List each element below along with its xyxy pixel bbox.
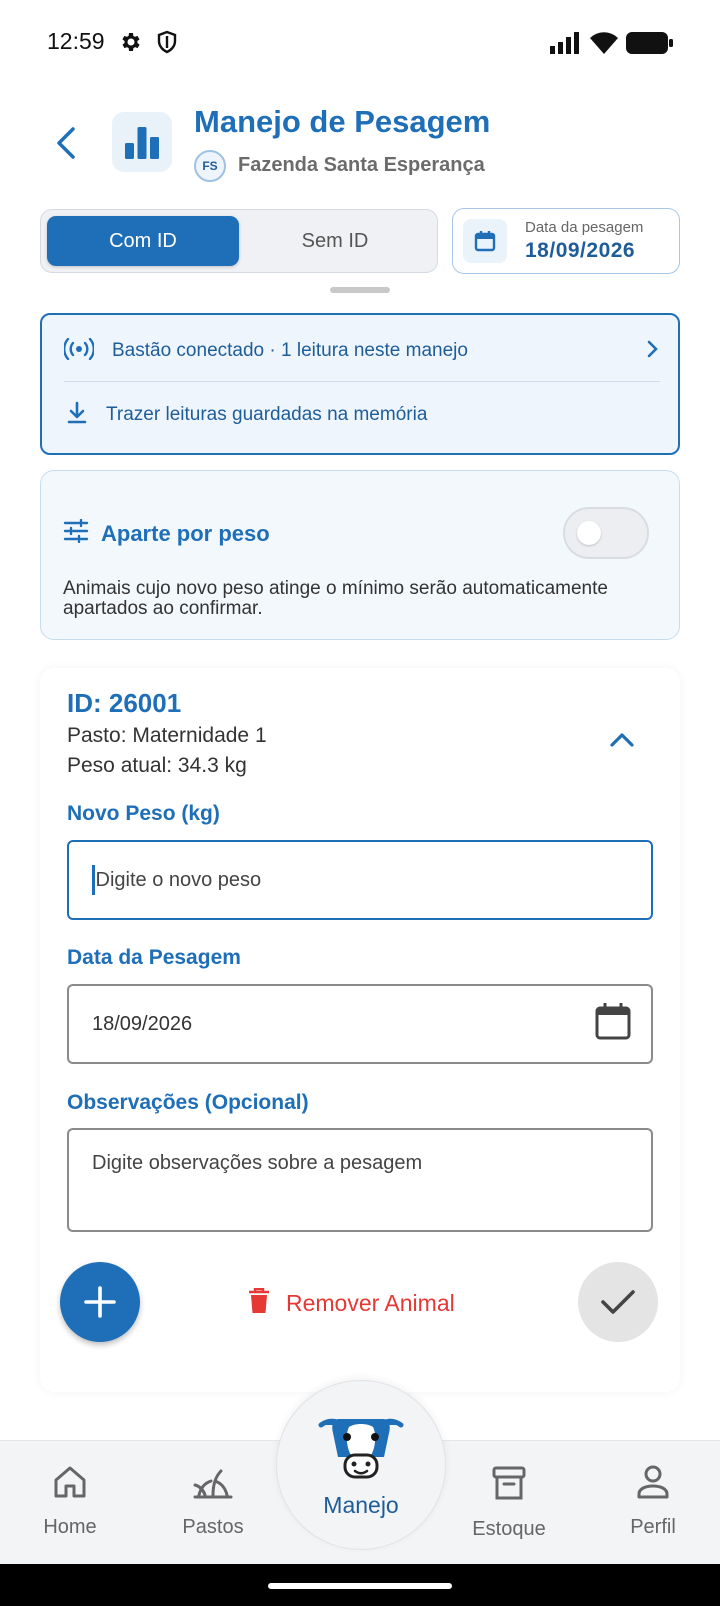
shield-icon [156,30,178,59]
nav-manejo-label: Manejo [323,1492,399,1518]
tune-icon [63,518,89,548]
bastao-status-text: Bastão conectado · 1 leitura neste manej… [112,340,468,361]
animal-current-weight: Peso atual: 34.3 kg [67,754,247,777]
archive-icon [491,1465,527,1506]
bastao-card: Bastão conectado · 1 leitura neste manej… [40,313,680,455]
page-title: Manejo de Pesagem [194,104,491,139]
chevron-left-icon [57,127,75,159]
calendar-icon[interactable] [595,1002,631,1046]
home-gesture-bar[interactable] [268,1583,452,1589]
drag-handle[interactable] [330,287,390,293]
settings-icon [118,30,142,59]
grass-icon [193,1465,233,1504]
animal-pasto: Pasto: Maternidade 1 [67,724,267,747]
aparte-description: Animais cujo novo peso atinge o mínimo s… [63,578,608,619]
status-time: 12:59 [47,28,105,54]
nav-home-label: Home [43,1516,97,1538]
collapse-button[interactable] [600,718,644,762]
memory-readings-row[interactable]: Trazer leituras guardadas na memória [64,397,660,433]
wifi-icon [590,32,618,59]
divider [64,381,660,382]
animal-card: ID: 26001 Pasto: Maternidade 1 Peso atua… [40,668,680,1392]
new-weight-label: Novo Peso (kg) [67,802,220,825]
date-chip-label: Data da pesagem [525,219,644,236]
check-icon [601,1290,635,1314]
memory-readings-text: Trazer leituras guardadas na memória [106,404,428,425]
add-animal-button[interactable] [60,1262,140,1342]
weighing-date-label: Data da Pesagem [67,946,241,969]
farm-name: Fazenda Santa Esperança [238,154,485,176]
chevron-up-icon [610,733,634,747]
farm-avatar: FS [194,150,226,182]
bastao-status-row[interactable]: Bastão conectado · 1 leitura neste manej… [63,333,660,369]
text-caret [92,865,95,895]
weighing-date-field[interactable]: 18/09/2026 [67,984,653,1064]
date-chip-value: 18/09/2026 [525,239,636,262]
com-id-option[interactable]: Com ID [47,216,239,266]
nav-estoque[interactable]: Estoque [449,1465,569,1541]
nav-pastos[interactable]: Pastos [153,1465,273,1539]
download-icon [64,400,90,431]
chevron-right-icon [646,339,660,364]
aparte-card: Aparte por peso Animais cujo novo peso a… [40,470,680,640]
sem-id-option[interactable]: Sem ID [239,216,431,266]
trash-icon [248,1287,270,1319]
nav-home[interactable]: Home [10,1465,130,1539]
weighing-date-chip[interactable]: Data da pesagem 18/09/2026 [452,208,680,274]
plus-icon [84,1286,116,1318]
new-weight-input[interactable]: Digite o novo peso [67,840,653,920]
nav-pastos-label: Pastos [182,1516,244,1538]
notes-placeholder: Digite observações sobre a pesagem [92,1152,423,1174]
weighing-date-value: 18/09/2026 [92,1012,193,1035]
notes-input[interactable]: Digite observações sobre a pesagem [67,1128,653,1232]
notes-label: Observações (Opcional) [67,1091,309,1114]
nav-estoque-label: Estoque [472,1518,546,1540]
battery-icon [626,32,674,59]
person-icon [637,1465,669,1504]
animal-id: ID: 26001 [67,688,182,718]
confirm-button[interactable] [578,1262,658,1342]
new-weight-placeholder: Digite o novo peso [95,868,262,891]
remove-animal-button[interactable]: Remover Animal [248,1278,455,1328]
aparte-toggle[interactable] [563,507,649,559]
signal-icon [550,32,580,59]
broadcast-icon [63,337,95,365]
remove-animal-label: Remover Animal [286,1289,455,1316]
aparte-title: Aparte por peso [101,520,270,546]
aparte-header: Aparte por peso [63,518,270,548]
cow-icon [317,1405,405,1490]
nav-perfil-label: Perfil [630,1516,676,1538]
calendar-icon [463,219,507,263]
nav-perfil[interactable]: Perfil [593,1465,713,1539]
home-icon [52,1465,88,1504]
nav-manejo[interactable]: Manejo [276,1380,446,1550]
id-mode-toggle: Com ID Sem ID [40,209,438,273]
back-button[interactable] [44,118,88,168]
bar-chart-icon [112,112,172,172]
